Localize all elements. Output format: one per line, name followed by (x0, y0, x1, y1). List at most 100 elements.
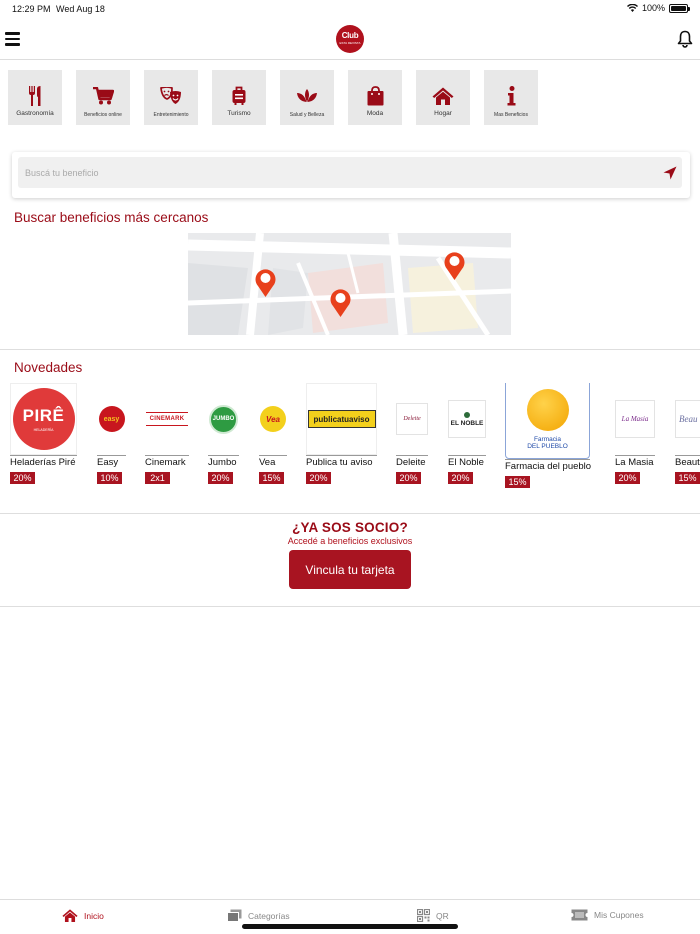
brand-item[interactable]: La Masia La Masia 20% (615, 383, 655, 486)
brand-logo-text: easy (103, 415, 120, 423)
brand-item[interactable]: PIRÊ HELADERÍA Heladerías Piré 20% (10, 383, 77, 486)
brand-item[interactable]: Deleite Deleite 20% (396, 383, 428, 486)
brand-item[interactable]: easy Easy 10% (97, 383, 126, 486)
brand-item[interactable]: CINEMARK Cinemark 2x1 (145, 383, 189, 486)
category-label: Turismo (227, 110, 251, 117)
brand-logo-text: PIRÊ (22, 406, 65, 425)
bell-icon[interactable] (677, 30, 693, 48)
brand-name: El Noble (448, 455, 486, 468)
category-grid: Gastronomía Beneficios online Entretenim… (8, 70, 538, 125)
brand-item[interactable]: EL NOBLE El Noble 20% (448, 383, 486, 486)
discount-badge: 20% (615, 472, 640, 484)
map-pin-icon[interactable] (443, 250, 466, 281)
tab-label: Categorías (248, 910, 290, 921)
cards-icon (227, 909, 242, 922)
link-card-button[interactable]: Vincula tu tarjeta (289, 550, 411, 589)
map-pin-icon[interactable] (329, 287, 352, 318)
brand-item[interactable]: Vea Vea 15% (259, 383, 287, 486)
divider (0, 349, 700, 350)
brand-logo: La Masia (615, 383, 655, 455)
qr-icon (417, 909, 430, 922)
shopping-bag-icon (367, 86, 383, 106)
map-graphic (188, 233, 511, 335)
home-icon (62, 909, 78, 922)
lotus-icon (297, 89, 317, 102)
search-card (12, 152, 690, 198)
socio-subtitle: Accedé a beneficios exclusivos (287, 536, 413, 546)
brand-item[interactable]: publicatuaviso Publica tu aviso 20% (306, 383, 377, 486)
brand-logo: Farmacia DEL PUEBLO (505, 383, 590, 459)
tab-inicio[interactable]: Inicio (62, 909, 104, 922)
theater-masks-icon (160, 87, 181, 104)
tab-label: QR (436, 910, 449, 921)
discount-badge: 20% (448, 472, 473, 484)
logo-subtitle: ESTA REVISTA (339, 41, 361, 45)
category-label: Moda (366, 110, 384, 117)
search-input[interactable] (18, 157, 682, 188)
brand-item[interactable]: Beau Beaut 15% (675, 383, 700, 486)
category-mas-beneficios[interactable]: Mas Beneficios (484, 70, 538, 125)
suitcase-icon (232, 86, 246, 105)
category-beneficios-online[interactable]: Beneficios online (76, 70, 130, 125)
brand-name: Jumbo (208, 455, 239, 468)
tab-mis-cupones[interactable]: Mis Cupones (571, 909, 644, 921)
fork-knife-icon (29, 86, 41, 106)
discount-badge: 20% (208, 472, 233, 484)
discount-badge: 15% (505, 476, 530, 488)
brands-carousel[interactable]: PIRÊ HELADERÍA Heladerías Piré 20% easy … (0, 383, 700, 493)
category-label: Gastronomía (16, 110, 54, 117)
brand-name: La Masia (615, 455, 655, 468)
brand-logo-text: JUMBO (212, 416, 235, 422)
hamburger-menu-icon[interactable] (5, 32, 20, 46)
cart-icon (92, 87, 114, 105)
divider (0, 606, 700, 607)
brand-logo: EL NOBLE (448, 383, 486, 455)
brand-logo: Vea (259, 383, 287, 455)
socio-section: ¿YA SOS SOCIO? Accedé a beneficios exclu… (0, 520, 700, 589)
brand-name: Deleite (396, 455, 428, 468)
category-entretenimiento[interactable]: Entretenimiento (144, 70, 198, 125)
club-logo[interactable]: Club ESTA REVISTA (336, 25, 364, 53)
category-turismo[interactable]: Turismo (212, 70, 266, 125)
ticket-icon (571, 909, 588, 921)
location-arrow-icon[interactable] (663, 166, 677, 180)
brand-logo-text: EL NOBLE (450, 419, 484, 427)
brand-name: Cinemark (145, 455, 189, 468)
brand-name: Vea (259, 455, 287, 468)
brand-name: Heladerías Piré (10, 455, 77, 468)
brand-logo-text: CINEMARK (149, 416, 185, 422)
brand-item[interactable]: Farmacia DEL PUEBLO Farmacia del pueblo … (505, 383, 592, 490)
brand-logo-text: publicatuaviso (313, 414, 370, 424)
tab-qr[interactable]: QR (417, 909, 449, 922)
tab-categorias[interactable]: Categorías (227, 909, 290, 922)
discount-badge: 20% (306, 472, 331, 484)
category-moda[interactable]: Moda (348, 70, 402, 125)
brand-name: Publica tu aviso (306, 455, 377, 468)
map-pin-icon[interactable] (254, 267, 277, 298)
nearby-title: Buscar beneficios más cercanos (14, 210, 209, 225)
brand-logo-sub: HELADERÍA (33, 428, 54, 432)
info-icon (507, 86, 515, 106)
status-date: Wed Aug 18 (56, 4, 105, 14)
map-preview[interactable] (188, 233, 511, 335)
category-label: Hogar (434, 110, 452, 117)
brand-name: Farmacia del pueblo (505, 459, 592, 472)
brand-logo-sub: DEL PUEBLO (527, 442, 568, 450)
category-gastronomia[interactable]: Gastronomía (8, 70, 62, 125)
tab-label: Inicio (84, 910, 104, 921)
battery-percent: 100% (641, 3, 665, 13)
category-salud-belleza[interactable]: Salud y Belleza (280, 70, 334, 125)
brand-logo: Deleite (396, 383, 428, 455)
brand-logo-text: Deleite (403, 416, 421, 422)
app-header: Club ESTA REVISTA (0, 22, 700, 60)
socio-question: ¿YA SOS SOCIO? (292, 520, 408, 535)
category-label: Mas Beneficios (494, 112, 528, 118)
brand-item[interactable]: JUMBO Jumbo 20% (208, 383, 239, 486)
discount-badge: 15% (259, 472, 284, 484)
brand-logo: easy (97, 383, 126, 455)
discount-badge: 15% (675, 472, 700, 484)
wifi-icon (626, 4, 638, 12)
category-hogar[interactable]: Hogar (416, 70, 470, 125)
status-right: 100% (626, 3, 690, 13)
battery-icon (669, 3, 690, 13)
